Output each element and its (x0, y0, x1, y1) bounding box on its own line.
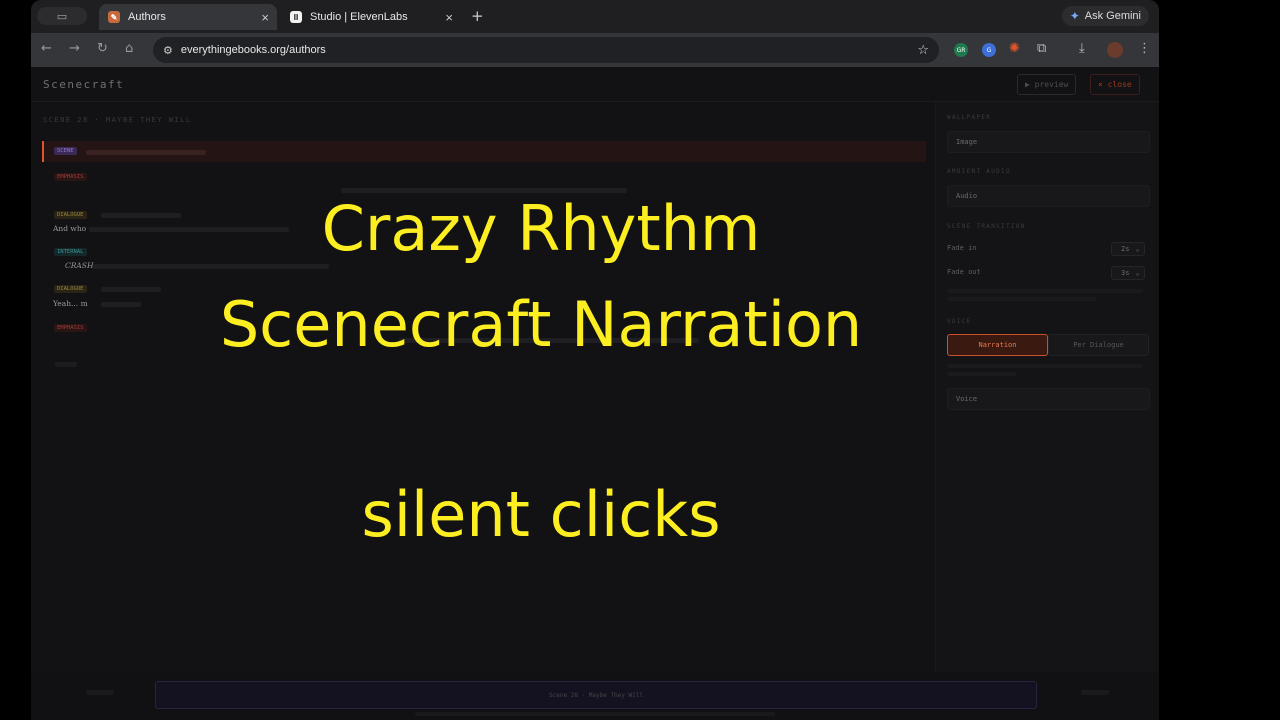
forward-arrow-icon[interactable]: → (69, 41, 80, 56)
overlay-line-1: Crazy Rhythm (321, 192, 761, 265)
scene-footer: Scene 28 · Maybe They Will (31, 672, 1159, 720)
profile-avatar-icon[interactable] (1107, 42, 1123, 58)
fade-in-value: 2s (1121, 245, 1130, 253)
keyboard-hint-blur (415, 712, 775, 716)
extension-grammarly-icon[interactable]: GR (954, 43, 968, 57)
extensions-puzzle-icon[interactable]: ⧉ (1037, 41, 1046, 56)
image-label: Image (956, 138, 978, 146)
scene-text-blur (86, 150, 206, 155)
scene-heading: SCENE 28 · MAYBE THEY WILL (43, 116, 192, 124)
browser-window: ▭ ✎ Authors × II Studio | ElevenLabs × +… (31, 0, 1159, 720)
overlay-line-3: silent clicks (361, 478, 721, 551)
per-dialogue-toggle[interactable]: Per Dialogue (1048, 334, 1149, 356)
voice-field[interactable]: Voice (947, 388, 1150, 410)
fade-in-select[interactable]: 2s ⌄ (1111, 242, 1145, 256)
close-button[interactable]: × close (1090, 74, 1140, 95)
scene-title-bar[interactable]: Scene 28 · Maybe They Will (155, 681, 1037, 709)
sidebar-icon: ▭ (56, 9, 68, 23)
fade-out-value: 3s (1121, 269, 1130, 277)
chevron-down-icon: ⌄ (1135, 269, 1140, 277)
next-scene-button[interactable] (1081, 690, 1109, 695)
browser-toolbar: ← → ↻ ⌂ ⚙ everythingebooks.org/authors ☆… (31, 33, 1159, 67)
wallpaper-image-field[interactable]: Image (947, 131, 1150, 153)
chevron-down-icon: ⌄ (1135, 245, 1140, 253)
preview-button[interactable]: ▶ preview (1017, 74, 1077, 95)
new-tab-button[interactable]: + (471, 7, 484, 25)
scene-settings-sidebar: WALLPAPER Image AMBIENT AUDIO Audio SCEN… (935, 102, 1159, 672)
more-menu-icon[interactable]: ⋮ (1138, 41, 1151, 56)
fade-out-select[interactable]: 3s ⌄ (1111, 266, 1145, 280)
voice-label: Voice (956, 395, 978, 403)
tab-title: Studio | ElevenLabs (310, 11, 408, 23)
sidebar-toggle-button[interactable]: ▭ (37, 7, 87, 25)
ask-gemini-label: Ask Gemini (1084, 10, 1141, 22)
footer-scene-title: Scene 28 · Maybe They Will (549, 691, 643, 699)
tab-title: Authors (128, 11, 166, 23)
scene-block-selected[interactable]: SCENE (42, 141, 926, 162)
tab-strip: ▭ ✎ Authors × II Studio | ElevenLabs × +… (31, 0, 1159, 33)
site-settings-icon[interactable]: ⚙ (163, 44, 173, 57)
script-editor: SCENE 28 · MAYBE THEY WILL SCENE EMPHASI… (31, 102, 935, 672)
close-tab-icon[interactable]: × (445, 10, 453, 25)
ambient-audio-heading: AMBIENT AUDIO (947, 168, 1011, 175)
voice-help-blur (947, 364, 1143, 368)
ask-gemini-button[interactable]: ✦ Ask Gemini (1061, 6, 1149, 26)
scenecraft-app: Scenecraft ▶ preview × close SCENE 28 · … (31, 67, 1159, 720)
close-tab-icon[interactable]: × (261, 10, 269, 25)
gemini-sparkle-icon: ✦ (1069, 9, 1080, 23)
bookmark-star-icon[interactable]: ☆ (917, 43, 929, 58)
wallpaper-heading: WALLPAPER (947, 114, 992, 121)
url-text: everythingebooks.org/authors (180, 44, 326, 56)
app-brand: Scenecraft (43, 78, 125, 91)
elevenlabs-favicon-icon: II (290, 11, 302, 23)
scene-tag: SCENE (54, 147, 77, 155)
fade-out-label: Fade out (947, 268, 981, 276)
authors-favicon-icon: ✎ (108, 11, 120, 23)
home-icon[interactable]: ⌂ (125, 41, 133, 56)
prev-scene-button[interactable] (86, 690, 114, 695)
tab-authors[interactable]: ✎ Authors × (99, 4, 277, 30)
extension-google-icon[interactable]: G (982, 43, 996, 57)
reload-icon[interactable]: ↻ (97, 41, 108, 56)
back-arrow-icon[interactable]: ← (41, 41, 52, 56)
emphasis-tag: EMPHASIS (54, 173, 87, 181)
app-header: Scenecraft ▶ preview × close (31, 67, 1159, 102)
tab-elevenlabs[interactable]: II Studio | ElevenLabs × (281, 4, 461, 30)
add-block-blur[interactable] (55, 362, 77, 367)
overlay-line-2: Scenecraft Narration (219, 288, 863, 361)
download-icon[interactable]: ⤓ (1079, 41, 1085, 56)
voice-help-blur-2 (947, 372, 1017, 376)
address-bar[interactable]: ⚙ everythingebooks.org/authors ☆ (153, 37, 939, 63)
extension-sunburst-icon[interactable]: ✺ (1009, 41, 1020, 56)
